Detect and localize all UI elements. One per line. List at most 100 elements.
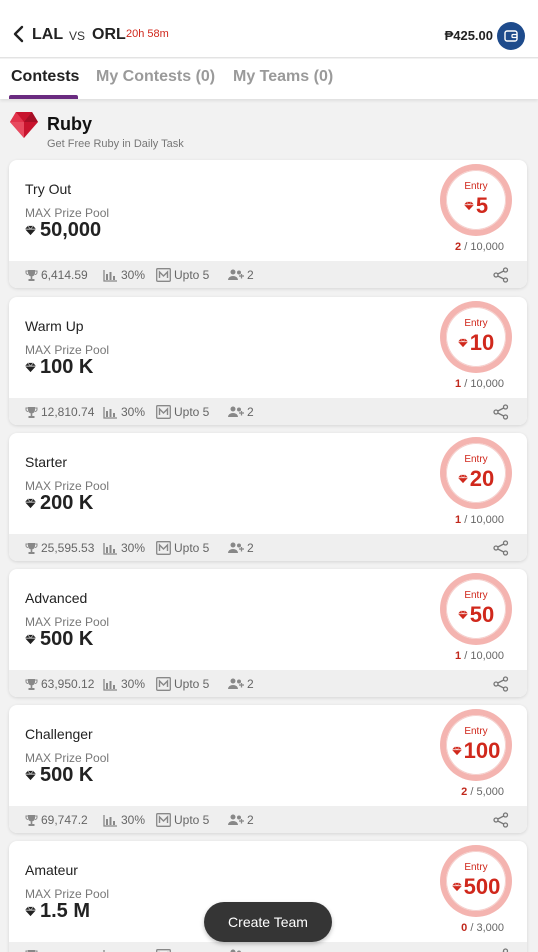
first-prize: 63,950.12: [25, 677, 94, 691]
entry-fee-value: 10: [469, 330, 495, 355]
max-teams: Upto 5: [156, 813, 209, 827]
spots-total: / 10,000: [464, 241, 504, 253]
wallet-button[interactable]: [497, 22, 525, 50]
share-icon[interactable]: [493, 948, 509, 952]
entry-fee-value: 500: [463, 874, 501, 899]
wallet-balance[interactable]: ₱425.00: [445, 28, 493, 43]
prize-pool: 1.5 M: [25, 900, 90, 923]
ruby-gem-icon: [457, 610, 468, 620]
team-count: 2: [228, 813, 254, 827]
entry-label: Entry: [464, 454, 488, 465]
winners-percent-value: 30%: [121, 677, 146, 691]
max-teams-icon: [156, 541, 171, 555]
trophy-icon: [25, 542, 38, 554]
share-icon[interactable]: [493, 540, 509, 556]
spots-filled: 1 / 10,000: [455, 514, 504, 526]
contest-name: Warm Up: [25, 318, 84, 334]
first-prize: 6,414.59: [25, 268, 88, 282]
contest-card[interactable]: Warm Up MAX Prize Pool 100 K Entry 10 1 …: [9, 297, 527, 425]
spots-filled: 0 / 3,000: [461, 922, 504, 934]
team-b-name: ORL: [92, 26, 126, 43]
active-tab-indicator: [9, 95, 78, 99]
first-prize-value: 63,950.12: [41, 677, 95, 691]
winners-percent-value: 30%: [121, 541, 146, 555]
first-prize: 69,747.2: [25, 813, 88, 827]
team-a-name: LAL: [32, 26, 64, 43]
entry-fee-button[interactable]: Entry 10: [440, 301, 512, 373]
create-team-button[interactable]: Create Team: [204, 902, 332, 942]
ruby-gem-icon: [25, 498, 36, 509]
spots-total: / 10,000: [464, 650, 504, 662]
spots-joined: 2: [455, 241, 462, 253]
users-icon: [228, 814, 244, 825]
users-icon: [228, 678, 244, 689]
tab-contests[interactable]: Contests: [11, 68, 79, 86]
contest-card[interactable]: Advanced MAX Prize Pool 500 K Entry 50 1…: [9, 569, 527, 697]
contest-name: Challenger: [25, 726, 93, 742]
winners-percent: 30%: [103, 813, 145, 827]
winners-percent-value: 30%: [121, 405, 146, 419]
team-count: 2: [228, 268, 254, 282]
entry-fee-button[interactable]: Entry 500: [440, 845, 512, 917]
section-title: Ruby: [47, 114, 92, 134]
spots-joined: 0: [461, 922, 468, 934]
entry-fee-badge: Entry 20: [446, 443, 506, 503]
prize-pool: 50,000: [25, 219, 101, 242]
share-icon[interactable]: [493, 404, 509, 420]
ruby-gem-icon: [10, 112, 38, 138]
max-teams-icon: [156, 268, 171, 282]
spots-filled: 2 / 5,000: [461, 786, 504, 798]
tab-my-teams[interactable]: My Teams (0): [233, 68, 333, 86]
prize-pool-value: 100 K: [40, 356, 94, 378]
entry-fee-badge: Entry 10: [446, 307, 506, 367]
prize-pool-value: 200 K: [40, 492, 94, 514]
contest-footer: 69,747.2 30% Upto 5 2: [9, 806, 527, 833]
ruby-gem-icon: [25, 362, 36, 373]
prize-pool-value: 500 K: [40, 764, 94, 786]
contest-card[interactable]: Starter MAX Prize Pool 200 K Entry 20 1 …: [9, 433, 527, 561]
first-prize: 25,595.53: [25, 541, 94, 555]
entry-fee-button[interactable]: Entry 50: [440, 573, 512, 645]
prize-pool: 100 K: [25, 356, 93, 379]
tab-my-contests[interactable]: My Contests (0): [96, 68, 215, 86]
share-icon[interactable]: [493, 676, 509, 692]
contest-footer: [9, 942, 527, 952]
max-teams: Upto 5: [156, 677, 209, 691]
team-count-value: 2: [247, 813, 254, 827]
spots-total: / 10,000: [464, 378, 504, 390]
top-bar: LAL VS ORL 20h 58m ₱425.00: [0, 0, 538, 58]
contest-card[interactable]: Try Out MAX Prize Pool 50,000 Entry 5 2 …: [9, 160, 527, 288]
contest-footer: 12,810.74 30% Upto 5 2: [9, 398, 527, 425]
spots-filled: 1 / 10,000: [455, 378, 504, 390]
winners-chart-icon: [103, 406, 117, 419]
team-count-value: 2: [247, 268, 254, 282]
entry-fee-button[interactable]: Entry 100: [440, 709, 512, 781]
contest-name: Advanced: [25, 590, 88, 606]
entry-fee-badge: Entry 100: [446, 715, 506, 775]
max-teams-value: Upto 5: [174, 405, 210, 419]
contest-footer: 63,950.12 30% Upto 5 2: [9, 670, 527, 697]
match-timer: 20h 58m: [126, 28, 169, 40]
share-icon[interactable]: [493, 267, 509, 283]
winners-percent-value: 30%: [121, 813, 146, 827]
max-prize-label: MAX Prize Pool: [25, 887, 110, 901]
entry-fee-badge: Entry 5: [446, 170, 506, 230]
max-teams-value: Upto 5: [174, 813, 210, 827]
entry-label: Entry: [464, 726, 488, 737]
entry-fee-button[interactable]: Entry 5: [440, 164, 512, 236]
spots-filled: 1 / 10,000: [455, 650, 504, 662]
back-arrow-icon[interactable]: [12, 24, 26, 44]
ruby-gem-icon: [25, 225, 36, 236]
team-count-value: 2: [247, 541, 254, 555]
contest-name: Amateur: [25, 862, 78, 878]
entry-label: Entry: [464, 318, 488, 329]
max-teams-value: Upto 5: [174, 268, 210, 282]
share-icon[interactable]: [493, 812, 509, 828]
winners-chart-icon: [103, 814, 117, 827]
max-teams: Upto 5: [156, 541, 209, 555]
contest-card[interactable]: Challenger MAX Prize Pool 500 K Entry 10…: [9, 705, 527, 833]
winners-percent: 30%: [103, 677, 145, 691]
entry-fee-button[interactable]: Entry 20: [440, 437, 512, 509]
spots-total: / 3,000: [470, 922, 504, 934]
spots-joined: 2: [461, 786, 468, 798]
